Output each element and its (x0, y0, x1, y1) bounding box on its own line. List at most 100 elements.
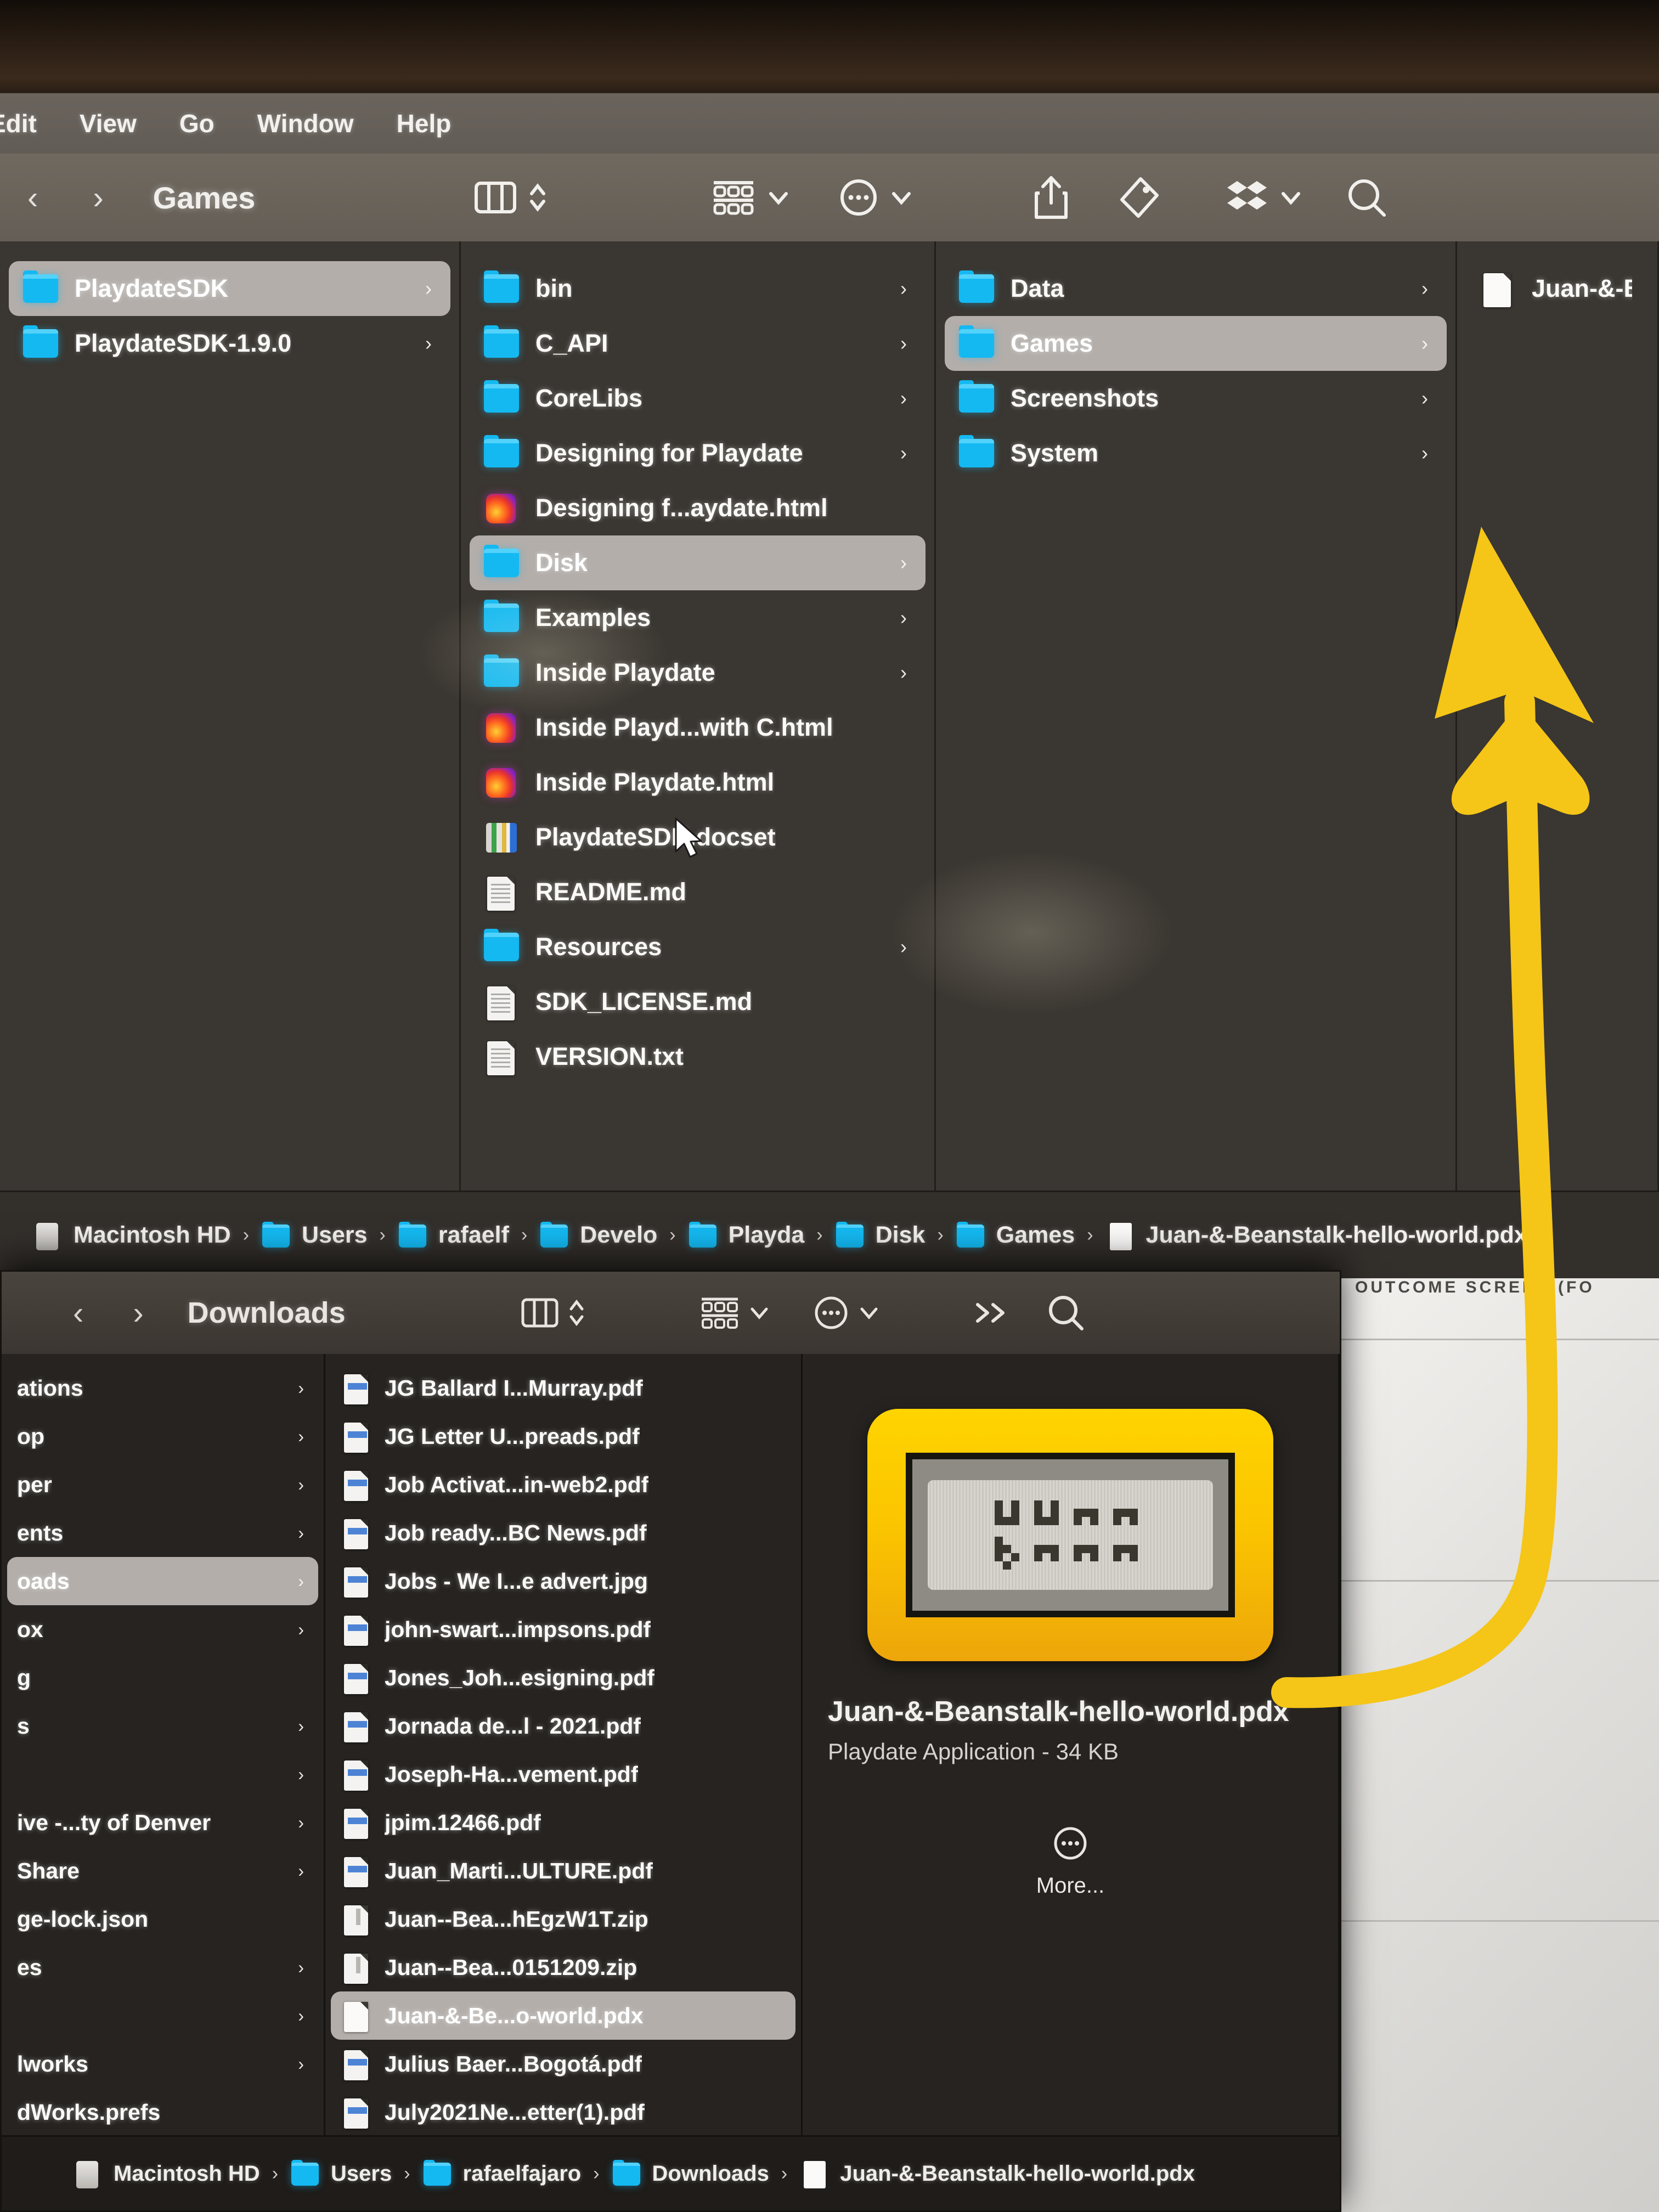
breadcrumb-item[interactable]: Macintosh HD (33, 1222, 231, 1250)
menu-item-go[interactable]: Go (179, 109, 215, 138)
list-item[interactable]: Inside Playdate.html (470, 755, 926, 810)
back-button[interactable]: ‹ (27, 179, 38, 216)
menu-item-edit[interactable]: Edit (0, 109, 37, 138)
list-item[interactable]: Julius Baer...Bogotá.pdf (331, 2040, 795, 2088)
more-ellipsis-icon[interactable] (1052, 1825, 1088, 1861)
list-item[interactable]: Joseph-Ha...vement.pdf (331, 1750, 795, 1798)
sidebar-item[interactable]: ge-lock.json (7, 1895, 318, 1943)
sidebar-item[interactable]: lworks › (7, 2040, 318, 2088)
more-caret-icon-downloads[interactable] (859, 1305, 879, 1321)
sidebar-item[interactable]: s › (7, 1702, 318, 1750)
list-item[interactable]: Designing for Playdate › (470, 426, 926, 481)
finder-column-sdk-versions[interactable]: PlaydateSDK › PlaydateSDK-1.9.0 › (0, 241, 461, 1190)
finder-column-sdk-contents[interactable]: bin › C_API › CoreLibs › Designing for Playdat… (461, 241, 936, 1190)
breadcrumb-item[interactable]: Macintosh HD (73, 2161, 260, 2188)
list-item[interactable]: Games › (945, 316, 1447, 371)
group-caret-icon[interactable] (768, 189, 789, 206)
share-icon[interactable] (1033, 174, 1069, 221)
search-icon[interactable] (1346, 177, 1387, 218)
sidebar-item[interactable]: per › (7, 1460, 318, 1509)
breadcrumb-item[interactable]: Disk (835, 1221, 925, 1249)
list-item[interactable]: Examples › (470, 590, 926, 645)
list-item[interactable]: Juan-&-B (1466, 261, 1649, 316)
list-item[interactable]: SDK_LICENSE.md (470, 974, 926, 1029)
menu-item-help[interactable]: Help (397, 109, 452, 138)
list-item[interactable]: Juan_Marti...ULTURE.pdf (331, 1847, 795, 1895)
dropbox-icon[interactable] (1226, 178, 1268, 217)
more-caret-icon[interactable] (890, 189, 912, 206)
list-item[interactable]: C_API › (470, 316, 926, 371)
sidebar-item[interactable]: › (7, 1750, 318, 1798)
list-item[interactable]: PlaydateSDK-1.9.0 › (9, 316, 450, 371)
sidebar-item[interactable]: dWorks.prefs (7, 2088, 318, 2136)
list-item[interactable]: Disk › (470, 535, 926, 590)
sidebar-item[interactable]: ations › (7, 1364, 318, 1412)
finder-file-list-downloads[interactable]: JG Ballard I...Murray.pdf JG Letter U...p… (325, 1354, 803, 2173)
list-item[interactable]: Job ready...BC News.pdf (331, 1509, 795, 1557)
breadcrumb-item[interactable]: rafaelfajaro (422, 2160, 581, 2186)
list-item[interactable]: Jobs - We I...e advert.jpg (331, 1557, 795, 1605)
breadcrumb-item[interactable]: Playda (688, 1221, 804, 1249)
sidebar-item[interactable]: › (7, 1991, 318, 2040)
sidebar-item[interactable]: op › (7, 1412, 318, 1460)
finder-column-disk-contents[interactable]: Data › Games › Screenshots › System › (936, 241, 1457, 1190)
search-icon-downloads[interactable] (1047, 1294, 1085, 1332)
group-by-icon-downloads[interactable] (700, 1295, 740, 1330)
sidebar-item[interactable]: ents › (7, 1509, 318, 1557)
column-view-icon-downloads[interactable] (521, 1298, 558, 1328)
sidebar-item[interactable]: Share › (7, 1847, 318, 1895)
view-switch-caret-icon[interactable] (528, 180, 547, 215)
list-item[interactable]: Data › (945, 261, 1447, 316)
tag-icon[interactable] (1119, 176, 1160, 219)
list-item[interactable]: Juan--Bea...0151209.zip (331, 1943, 795, 1991)
sidebar-item[interactable]: ive -...ty of Denver › (7, 1798, 318, 1847)
list-item[interactable]: Designing f...aydate.html (470, 481, 926, 535)
list-item[interactable]: July2021Ne...etter(1).pdf (331, 2088, 795, 2136)
list-item[interactable]: README.md (470, 865, 926, 919)
list-item[interactable]: Inside Playd...with C.html (470, 700, 926, 755)
sidebar-item[interactable]: es › (7, 1943, 318, 1991)
group-by-icon[interactable] (712, 178, 755, 217)
more-actions-icon-downloads[interactable] (813, 1295, 849, 1331)
list-item[interactable]: john-swart...impsons.pdf (331, 1605, 795, 1654)
forward-button[interactable]: › (93, 179, 103, 216)
list-item[interactable]: Screenshots › (945, 371, 1447, 426)
sidebar-item[interactable]: g (7, 1654, 318, 1702)
list-item[interactable]: JG Ballard I...Murray.pdf (331, 1364, 795, 1412)
list-item[interactable]: bin › (470, 261, 926, 316)
menu-item-view[interactable]: View (80, 109, 137, 138)
finder-column-games-contents[interactable]: Juan-&-B (1457, 241, 1659, 1190)
list-item[interactable]: System › (945, 426, 1447, 481)
finder-sidebar-downloads[interactable]: ations › op › per › ents › oads › ox › g s › › ive -...t… (2, 1354, 325, 2138)
group-caret-icon-downloads[interactable] (749, 1305, 769, 1321)
list-item[interactable]: Jones_Joh...esigning.pdf (331, 1654, 795, 1702)
sidebar-item[interactable]: oads › (7, 1557, 318, 1605)
breadcrumb-item[interactable]: Games (956, 1221, 1075, 1249)
list-item[interactable]: Juan--Bea...hEgzW1T.zip (331, 1895, 795, 1943)
list-item[interactable]: CoreLibs › (470, 371, 926, 426)
back-button-downloads[interactable]: ‹ (73, 1295, 83, 1331)
list-item[interactable]: JG Letter U...preads.pdf (331, 1412, 795, 1460)
more-actions-icon[interactable] (839, 178, 878, 217)
breadcrumb-item[interactable]: Juan-&-Beanstalk-hello-world.pdx (1105, 1222, 1527, 1250)
dropbox-caret-icon[interactable] (1280, 189, 1302, 206)
list-item[interactable]: Resources › (470, 919, 926, 974)
expand-toolbar-icon[interactable] (972, 1299, 1014, 1327)
breadcrumb-item[interactable]: Develo (539, 1221, 657, 1249)
breadcrumb-item[interactable]: Downloads (612, 2160, 769, 2186)
forward-button-downloads[interactable]: › (133, 1295, 143, 1331)
list-item[interactable]: Juan-&-Be...o-world.pdx (331, 1991, 795, 2040)
list-item[interactable]: VERSION.txt (470, 1029, 926, 1084)
breadcrumb-item[interactable]: Users (290, 2160, 392, 2186)
view-switch-caret-icon-downloads[interactable] (568, 1297, 585, 1329)
list-item[interactable]: Inside Playdate › (470, 645, 926, 700)
list-item[interactable]: PlaydateSDK › (9, 261, 450, 316)
list-item[interactable]: jpim.12466.pdf (331, 1798, 795, 1847)
sidebar-item[interactable]: ox › (7, 1605, 318, 1654)
menu-item-window[interactable]: Window (257, 109, 354, 138)
breadcrumb-item[interactable]: rafaelf (398, 1221, 509, 1249)
list-item[interactable]: Job Activat...in-web2.pdf (331, 1460, 795, 1509)
list-item[interactable]: Jornada de...l - 2021.pdf (331, 1702, 795, 1750)
column-view-icon[interactable] (475, 181, 517, 214)
breadcrumb-item[interactable]: Juan-&-Beanstalk-hello-world.pdx (799, 2161, 1195, 2188)
